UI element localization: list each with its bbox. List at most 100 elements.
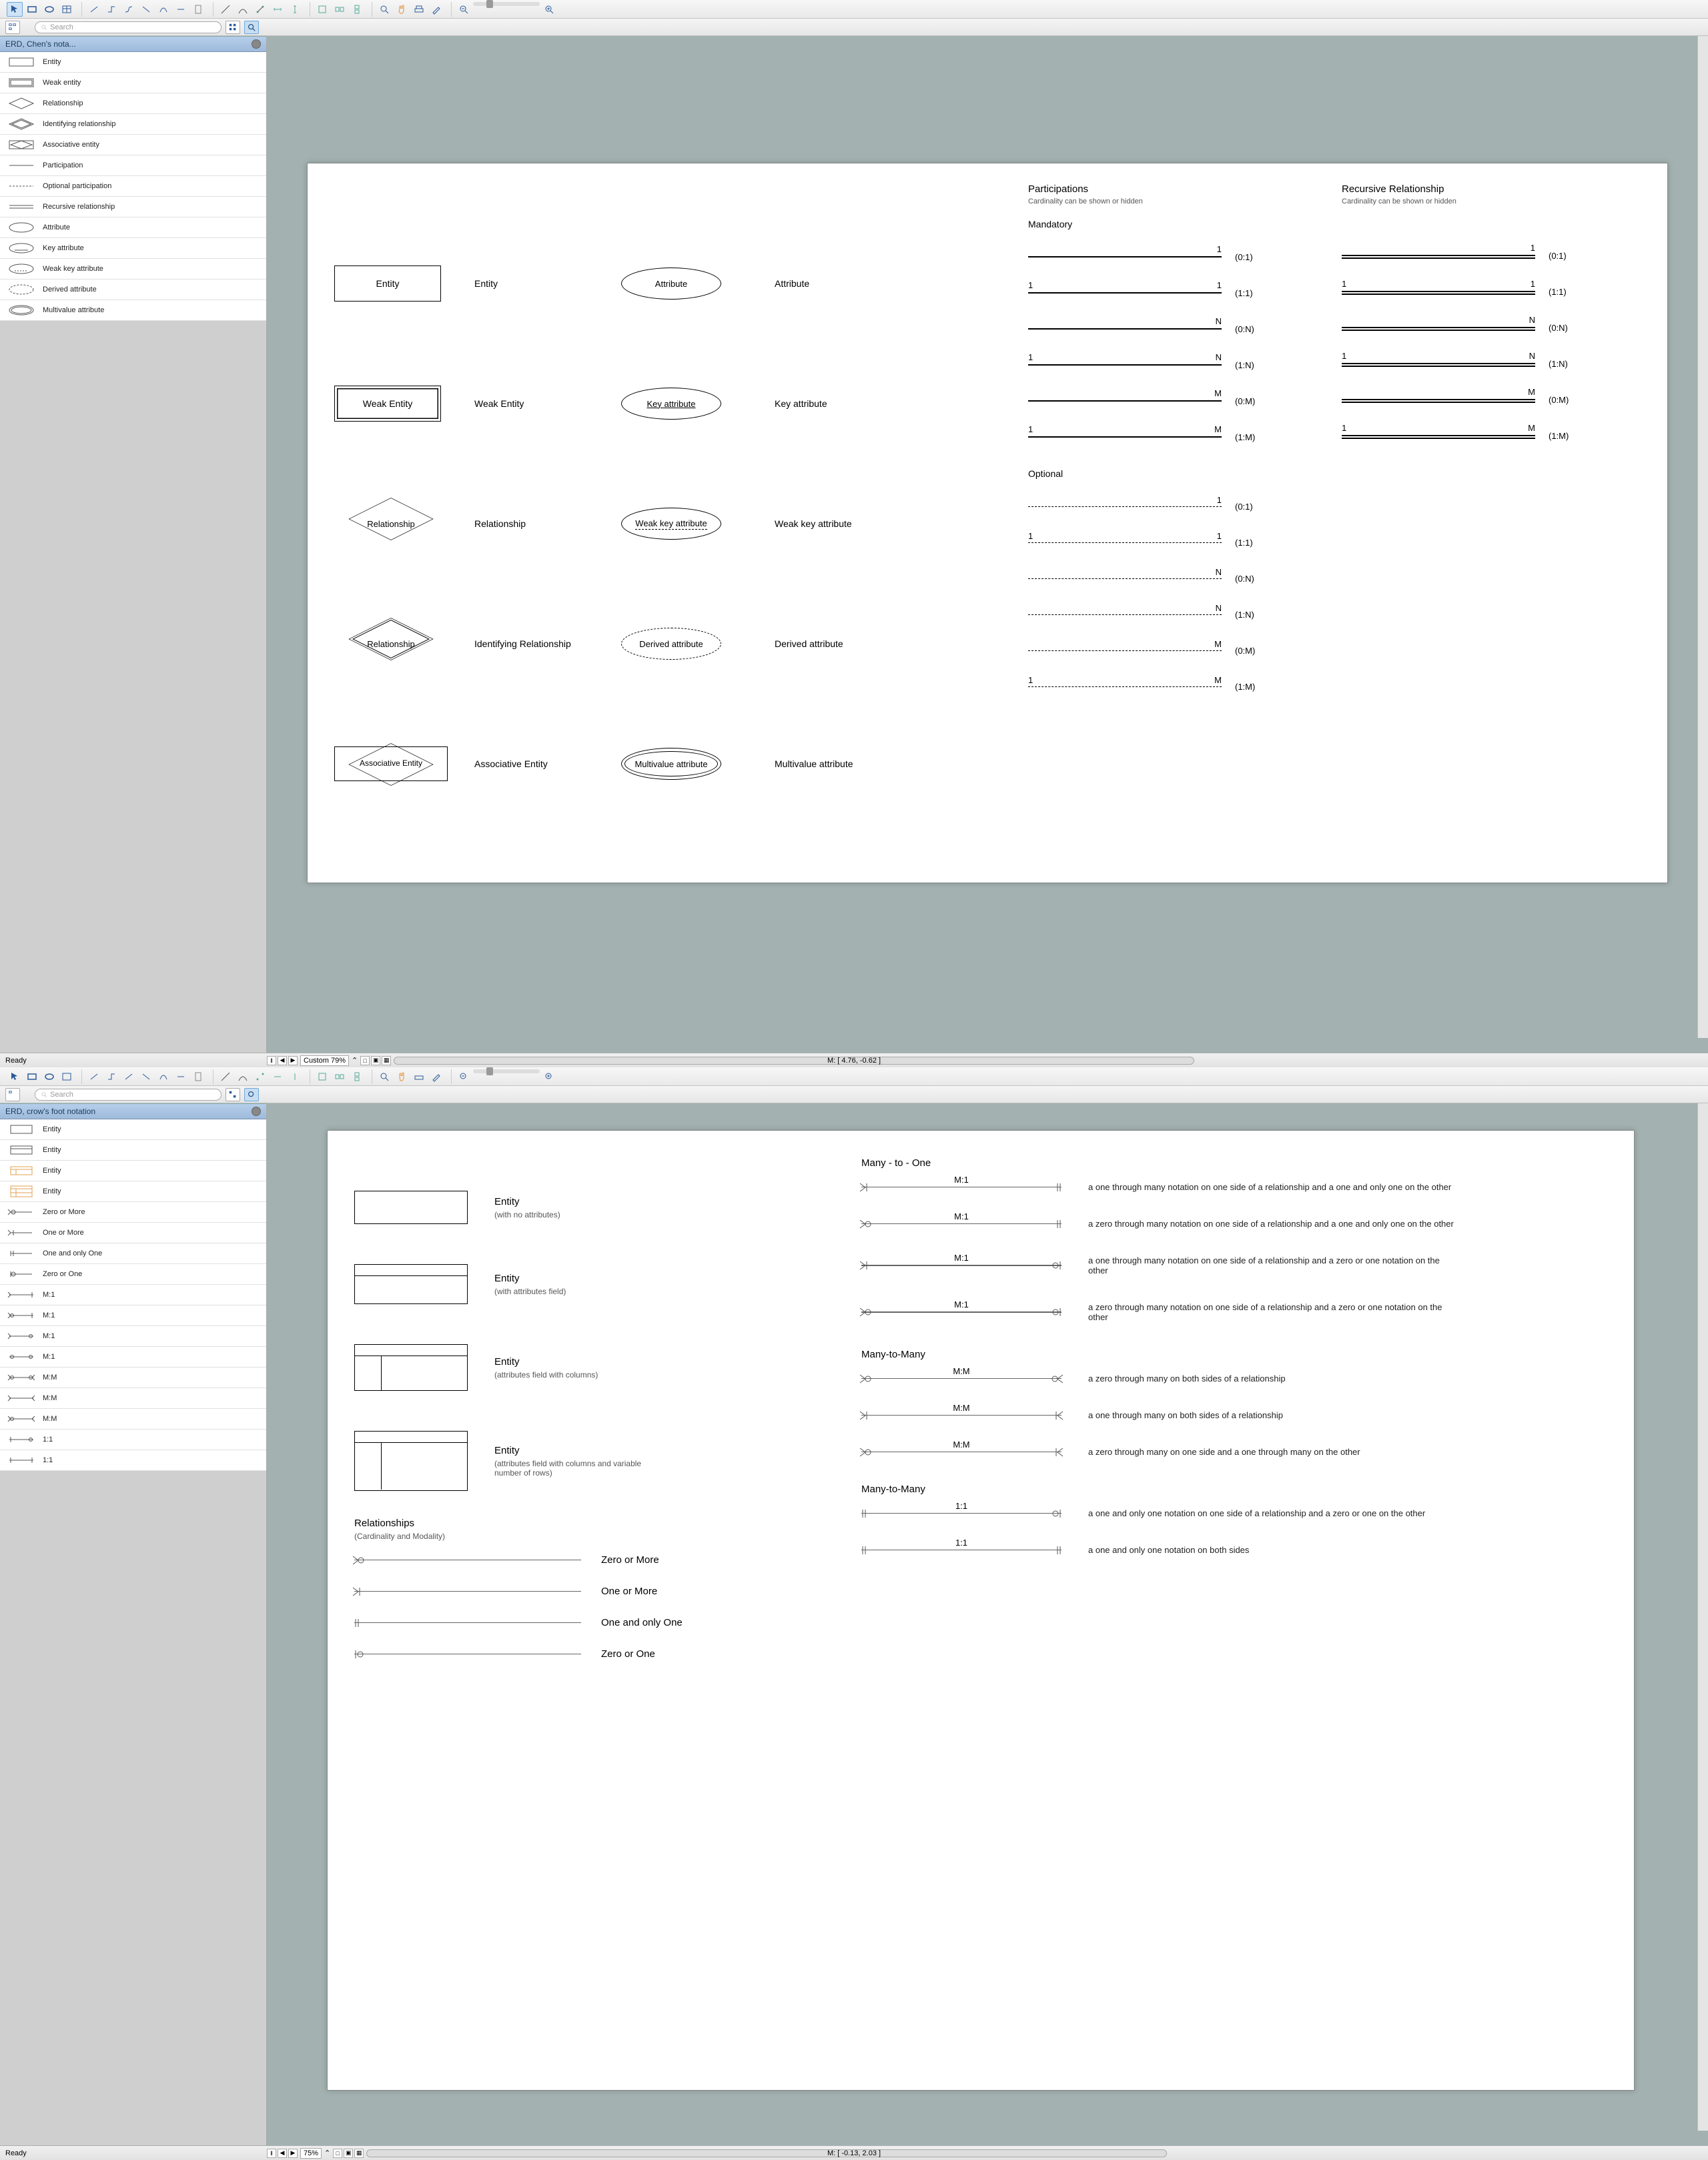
tree-view-icon[interactable] xyxy=(5,1088,20,1101)
zoom-in-icon[interactable] xyxy=(376,1069,392,1084)
format-icon[interactable] xyxy=(428,2,444,17)
line-tool-4[interactable] xyxy=(270,2,286,17)
palette-item[interactable]: 1:1 xyxy=(0,1450,266,1471)
connector-4[interactable] xyxy=(138,2,154,17)
align-2[interactable] xyxy=(332,2,348,17)
table-tool[interactable] xyxy=(59,1069,75,1084)
line-tool-1[interactable] xyxy=(218,1069,234,1084)
connector-5[interactable] xyxy=(155,1069,171,1084)
line-tool-3[interactable] xyxy=(252,2,268,17)
format-icon[interactable] xyxy=(428,1069,444,1084)
align-3[interactable] xyxy=(349,1069,365,1084)
horizontal-scrollbar[interactable] xyxy=(394,1057,1194,1065)
line-tool-4[interactable] xyxy=(270,1069,286,1084)
palette-item[interactable]: Relationship xyxy=(0,93,266,114)
zoom-readout[interactable]: Custom 79% xyxy=(300,1055,349,1066)
palette-item[interactable]: Key attribute xyxy=(0,238,266,259)
palette-item[interactable]: M:M xyxy=(0,1368,266,1388)
page-tool[interactable] xyxy=(190,2,206,17)
search-input[interactable]: Search xyxy=(35,21,222,33)
palette-item[interactable]: 1:1 xyxy=(0,1430,266,1450)
print-icon[interactable] xyxy=(411,1069,427,1084)
tree-view-icon[interactable] xyxy=(5,21,20,34)
palette-item[interactable]: Zero or One xyxy=(0,1264,266,1285)
page-tool[interactable] xyxy=(190,1069,206,1084)
connector-5[interactable] xyxy=(155,2,171,17)
palette-item[interactable]: Associative entity xyxy=(0,135,266,155)
search-button[interactable] xyxy=(244,21,259,34)
palette-item[interactable]: One or More xyxy=(0,1223,266,1243)
connector-1[interactable] xyxy=(86,2,102,17)
connector-2[interactable] xyxy=(103,2,119,17)
zoom-slider[interactable] xyxy=(473,2,540,6)
ellipse-tool[interactable] xyxy=(41,1069,57,1084)
connector-4[interactable] xyxy=(138,1069,154,1084)
rect-tool[interactable] xyxy=(24,1069,40,1084)
palette-section-header[interactable]: ERD, Chen's nota... xyxy=(0,36,266,52)
canvas[interactable]: Entity Weak Entity Relationship Relation… xyxy=(267,36,1708,1053)
search-input[interactable]: Search xyxy=(35,1089,222,1101)
palette-item[interactable]: Attribute xyxy=(0,217,266,238)
line-tool-5[interactable] xyxy=(287,1069,303,1084)
palette-item[interactable]: M:M xyxy=(0,1388,266,1409)
print-icon[interactable] xyxy=(411,2,427,17)
palette-item[interactable]: Participation xyxy=(0,155,266,176)
table-tool[interactable] xyxy=(59,2,75,17)
zoom-in2-icon[interactable] xyxy=(541,2,557,17)
palette-item[interactable]: Recursive relationship xyxy=(0,197,266,217)
palette-section-header[interactable]: ERD, crow's foot notation xyxy=(0,1103,266,1119)
align-3[interactable] xyxy=(349,2,365,17)
hand-tool[interactable] xyxy=(394,1069,410,1084)
zoom-slider[interactable] xyxy=(473,1069,540,1073)
rect-tool[interactable] xyxy=(24,2,40,17)
palette-item[interactable]: Weak key attribute xyxy=(0,259,266,280)
zoom-out-icon[interactable] xyxy=(456,1069,472,1084)
pointer-tool[interactable] xyxy=(7,2,23,17)
palette-item[interactable]: M:M xyxy=(0,1409,266,1430)
canvas[interactable]: Entity (with no attributes) Entity (with… xyxy=(267,1103,1708,2145)
horizontal-scrollbar[interactable] xyxy=(366,2149,1167,2157)
palette-item[interactable]: Entity xyxy=(0,1161,266,1181)
palette-item[interactable]: Entity xyxy=(0,52,266,73)
page-nav[interactable]: ‖◀▶ xyxy=(267,2149,298,2158)
palette-item[interactable]: Multivalue attribute xyxy=(0,300,266,321)
palette-item[interactable]: Derived attribute xyxy=(0,280,266,300)
ellipse-tool[interactable] xyxy=(41,2,57,17)
close-icon[interactable] xyxy=(252,1107,261,1116)
align-2[interactable] xyxy=(332,1069,348,1084)
zoom-in-icon[interactable] xyxy=(376,2,392,17)
line-tool-1[interactable] xyxy=(218,2,234,17)
line-tool-5[interactable] xyxy=(287,2,303,17)
connector-6[interactable] xyxy=(173,1069,189,1084)
line-tool-2[interactable] xyxy=(235,1069,251,1084)
palette-item[interactable]: M:1 xyxy=(0,1326,266,1347)
search-button[interactable] xyxy=(244,1088,259,1101)
connector-1[interactable] xyxy=(86,1069,102,1084)
connector-6[interactable] xyxy=(173,2,189,17)
palette-item[interactable]: Weak entity xyxy=(0,73,266,93)
palette-item[interactable]: Optional participation xyxy=(0,176,266,197)
palette-item[interactable]: Entity xyxy=(0,1140,266,1161)
zoom-readout[interactable]: 75% xyxy=(300,2148,322,2159)
grid-view-icon[interactable] xyxy=(226,21,240,34)
pointer-tool[interactable] xyxy=(7,1069,23,1084)
close-icon[interactable] xyxy=(252,39,261,49)
palette-item[interactable]: M:1 xyxy=(0,1347,266,1368)
connector-3[interactable] xyxy=(121,2,137,17)
palette-item[interactable]: Zero or More xyxy=(0,1202,266,1223)
line-tool-3[interactable] xyxy=(252,1069,268,1084)
palette-item[interactable]: M:1 xyxy=(0,1305,266,1326)
grid-view-icon[interactable] xyxy=(226,1088,240,1101)
page-nav[interactable]: ‖◀▶ xyxy=(267,1056,298,1065)
palette-item[interactable]: One and only One xyxy=(0,1243,266,1264)
line-tool-2[interactable] xyxy=(235,2,251,17)
palette-item[interactable]: Entity xyxy=(0,1119,266,1140)
zoom-in2-icon[interactable] xyxy=(541,1069,557,1084)
connector-2[interactable] xyxy=(103,1069,119,1084)
zoom-out-icon[interactable] xyxy=(456,2,472,17)
hand-tool[interactable] xyxy=(394,2,410,17)
palette-item[interactable]: Identifying relationship xyxy=(0,114,266,135)
palette-item[interactable]: M:1 xyxy=(0,1285,266,1305)
palette-item[interactable]: Entity xyxy=(0,1181,266,1202)
align-1[interactable] xyxy=(314,2,330,17)
